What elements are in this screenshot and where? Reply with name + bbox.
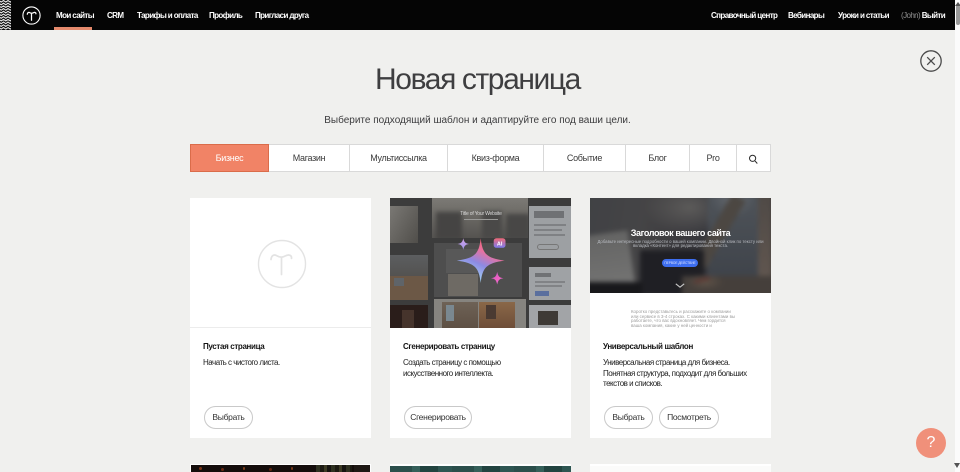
svg-text:AI: AI [497, 241, 503, 247]
